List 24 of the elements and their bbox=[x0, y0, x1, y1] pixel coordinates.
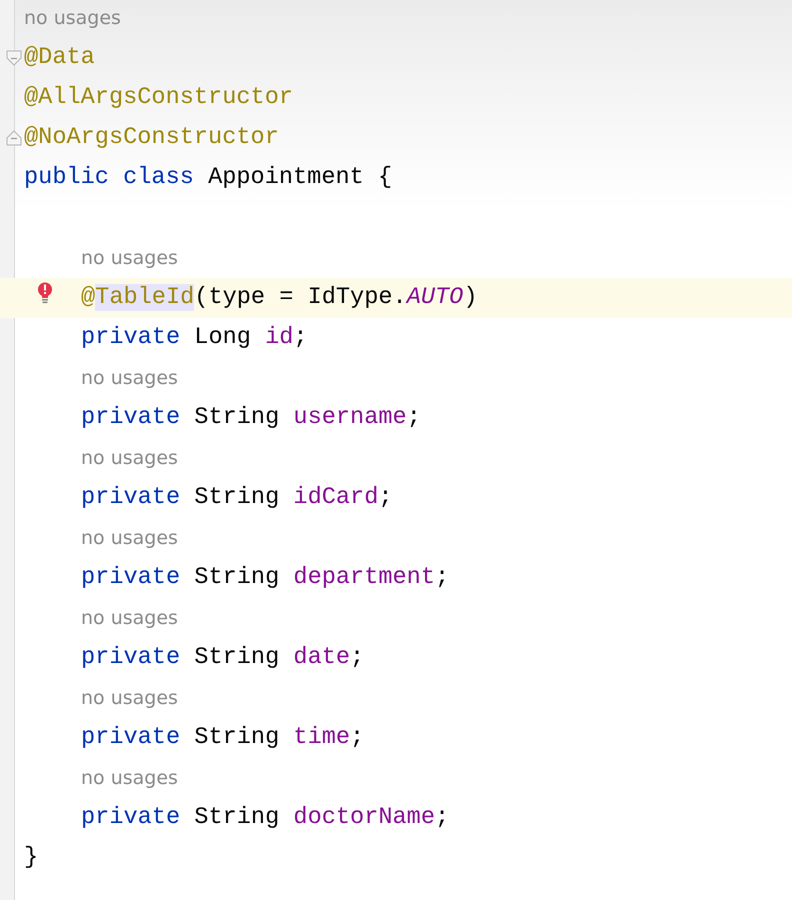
code-line: @TableId(type = IdType.AUTO) bbox=[81, 283, 478, 313]
code-line: private String department; bbox=[81, 563, 450, 593]
error-bulb-icon[interactable] bbox=[37, 282, 53, 304]
usages-hint[interactable]: no usages bbox=[81, 438, 178, 478]
usages-hint[interactable]: no usages bbox=[24, 0, 121, 38]
usages-hint[interactable]: no usages bbox=[81, 358, 178, 398]
fold-icon[interactable] bbox=[6, 49, 22, 67]
usages-hint[interactable]: no usages bbox=[81, 518, 178, 558]
code-line: private String idCard; bbox=[81, 483, 393, 513]
code-line: public class Appointment { bbox=[24, 163, 392, 193]
usages-hint[interactable]: no usages bbox=[81, 238, 178, 278]
usages-hint[interactable]: no usages bbox=[81, 678, 178, 718]
usages-hint[interactable]: no usages bbox=[81, 598, 178, 638]
code-line: private String date; bbox=[81, 643, 364, 673]
code-line: private String time; bbox=[81, 723, 364, 753]
code-line: private Long id; bbox=[81, 323, 308, 353]
fold-icon[interactable] bbox=[6, 129, 22, 147]
code-line: @Data bbox=[24, 43, 95, 73]
code-line: @NoArgsConstructor bbox=[24, 123, 279, 153]
usages-hint[interactable]: no usages bbox=[81, 758, 178, 798]
code-line: @AllArgsConstructor bbox=[24, 83, 294, 113]
code-line: } bbox=[24, 843, 38, 873]
code-line: private String doctorName; bbox=[81, 803, 450, 833]
code-line: private String username; bbox=[81, 403, 421, 433]
